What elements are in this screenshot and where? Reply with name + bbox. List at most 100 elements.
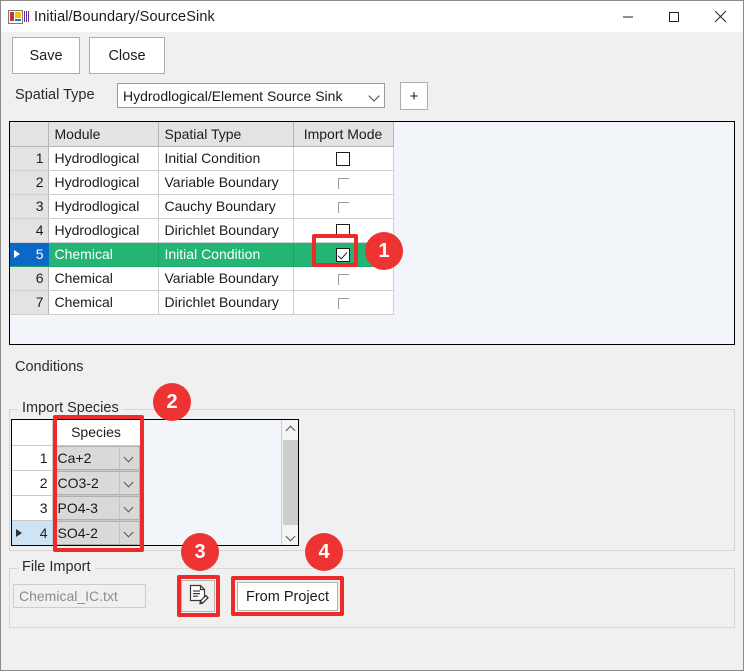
cell-import-mode[interactable] <box>293 218 394 243</box>
species-row-header[interactable] <box>12 545 52 546</box>
winforms-app-icon <box>8 9 29 25</box>
column-header-module[interactable]: Module <box>48 122 159 147</box>
species-dropdown[interactable]: SO4-2 <box>52 520 140 545</box>
modules-data-grid[interactable]: Module Spatial Type Import Mode 1 Hydrodl… <box>9 121 735 345</box>
row-header-cell[interactable]: 7 <box>10 290 49 315</box>
row-header-cell[interactable]: 6 <box>10 266 49 291</box>
table-row[interactable]: 2 Hydrodlogical Variable Boundary <box>10 170 394 195</box>
cell-spatial-type[interactable]: Cauchy Boundary <box>158 194 294 219</box>
maximize-icon[interactable] <box>651 1 697 32</box>
cell-spatial-type[interactable]: Dirichlet Boundary <box>158 290 294 315</box>
scrollbar-thumb[interactable] <box>283 440 298 525</box>
row-header-cell[interactable]: 3 <box>10 194 49 219</box>
cell-module[interactable]: Hydrodlogical <box>48 146 159 171</box>
species-cell[interactable]: CO3-2 <box>52 470 141 496</box>
spatial-type-label: Spatial Type <box>15 87 95 103</box>
species-dropdown[interactable]: PO4-3 <box>52 495 140 520</box>
chevron-down-icon[interactable] <box>118 521 139 544</box>
cell-module[interactable]: Chemical <box>48 290 159 315</box>
import-mode-checkbox-disabled[interactable] <box>337 297 349 309</box>
file-edit-button[interactable] <box>181 580 215 612</box>
cell-import-mode[interactable] <box>293 266 394 291</box>
species-value: PO4-3 <box>57 499 98 516</box>
cell-spatial-type[interactable]: Initial Condition <box>158 146 294 171</box>
spatial-type-dropdown[interactable]: Hydrodlogical/Element Source Sink <box>117 83 385 108</box>
species-cell[interactable]: SO4-2 <box>52 520 141 545</box>
spatial-type-value: Hydrodlogical/Element Source Sink <box>123 87 343 104</box>
species-row[interactable]: 2 CO3-2 <box>12 470 141 496</box>
species-row-header[interactable]: 4 <box>12 520 53 545</box>
species-column-header-rownum[interactable] <box>12 420 53 446</box>
table-row[interactable]: 6 Chemical Variable Boundary <box>10 266 394 291</box>
cell-spatial-type[interactable]: Variable Boundary <box>158 170 294 195</box>
close-icon[interactable] <box>697 1 743 32</box>
species-row[interactable] <box>12 545 140 546</box>
species-row-header[interactable]: 1 <box>12 445 53 471</box>
cell-import-mode[interactable] <box>293 170 394 195</box>
file-path-field[interactable]: Chemical_IC.txt <box>13 584 146 608</box>
table-row[interactable]: 7 Chemical Dirichlet Boundary <box>10 290 394 315</box>
species-row-number: 3 <box>39 499 48 516</box>
species-cell[interactable]: PO4-3 <box>52 495 141 521</box>
column-header-spatial-type[interactable]: Spatial Type <box>158 122 294 147</box>
cell-import-mode[interactable] <box>293 194 394 219</box>
cell-module[interactable]: Chemical <box>48 242 159 267</box>
species-dropdown[interactable] <box>53 546 140 547</box>
table-row[interactable]: 3 Hydrodlogical Cauchy Boundary <box>10 194 394 219</box>
from-project-button[interactable]: From Project <box>237 582 338 611</box>
species-row-header[interactable]: 3 <box>12 495 53 521</box>
cell-module[interactable]: Hydrodlogical <box>48 218 159 243</box>
species-row[interactable]: 1 Ca+2 <box>12 445 141 471</box>
species-row[interactable]: 3 PO4-3 <box>12 495 141 521</box>
row-header-cell[interactable]: 5 <box>10 242 49 267</box>
species-row-header[interactable]: 2 <box>12 470 53 496</box>
species-dropdown[interactable]: CO3-2 <box>52 470 140 495</box>
row-header-cell[interactable]: 1 <box>10 146 49 171</box>
species-cell[interactable]: Ca+2 <box>52 445 141 471</box>
row-header-cell[interactable]: 4 <box>10 218 49 243</box>
import-mode-checkbox[interactable] <box>336 224 350 239</box>
chevron-down-icon[interactable] <box>118 496 139 519</box>
species-row[interactable]: 4 SO4-2 <box>12 520 141 545</box>
chevron-down-icon[interactable] <box>118 471 139 494</box>
add-spatial-type-button[interactable]: + <box>400 82 428 110</box>
save-button[interactable]: Save <box>12 37 80 74</box>
close-button[interactable]: Close <box>89 37 165 74</box>
species-column-header[interactable]: Species <box>52 420 141 446</box>
column-header-import-mode[interactable]: Import Mode <box>293 122 394 147</box>
cell-spatial-type[interactable]: Variable Boundary <box>158 266 294 291</box>
table-row[interactable]: 4 Hydrodlogical Dirichlet Boundary <box>10 218 394 243</box>
conditions-label: Conditions <box>15 359 84 375</box>
cell-import-mode[interactable] <box>293 290 394 315</box>
cell-module[interactable]: Hydrodlogical <box>48 194 159 219</box>
table-row[interactable]: 1 Hydrodlogical Initial Condition <box>10 146 394 171</box>
species-data-grid[interactable]: Species 1 Ca+2 2 CO3-2 3 PO4-3 4 SO4-2 <box>11 419 299 546</box>
cell-import-mode[interactable] <box>293 146 394 171</box>
import-mode-checkbox-disabled[interactable] <box>337 177 349 189</box>
cell-spatial-type[interactable]: Initial Condition <box>158 242 294 267</box>
species-row-number: 4 <box>39 524 48 541</box>
row-number: 3 <box>35 198 44 214</box>
species-scrollbar[interactable] <box>281 420 298 545</box>
minimize-icon[interactable] <box>605 1 651 32</box>
row-selector-arrow-icon <box>14 250 20 258</box>
row-selector-arrow-icon <box>16 528 22 537</box>
table-row[interactable]: 5 Chemical Initial Condition <box>10 242 394 267</box>
file-import-label: File Import <box>18 559 95 575</box>
import-mode-checkbox-disabled[interactable] <box>337 201 349 213</box>
chevron-down-icon[interactable] <box>118 446 139 469</box>
cell-import-mode[interactable] <box>293 242 394 267</box>
cell-module[interactable]: Hydrodlogical <box>48 170 159 195</box>
cell-module[interactable]: Chemical <box>48 266 159 291</box>
species-dropdown[interactable]: Ca+2 <box>52 445 140 470</box>
scroll-up-icon[interactable] <box>282 420 298 437</box>
row-header-cell[interactable]: 2 <box>10 170 49 195</box>
column-header-rownum[interactable] <box>10 122 49 147</box>
import-mode-checkbox-disabled[interactable] <box>337 273 349 285</box>
scroll-down-icon[interactable] <box>282 528 298 545</box>
import-mode-checkbox[interactable] <box>336 248 350 263</box>
cell-spatial-type[interactable]: Dirichlet Boundary <box>158 218 294 243</box>
species-row-number: 2 <box>39 474 48 491</box>
species-cell[interactable] <box>52 545 140 546</box>
import-mode-checkbox[interactable] <box>336 152 350 167</box>
